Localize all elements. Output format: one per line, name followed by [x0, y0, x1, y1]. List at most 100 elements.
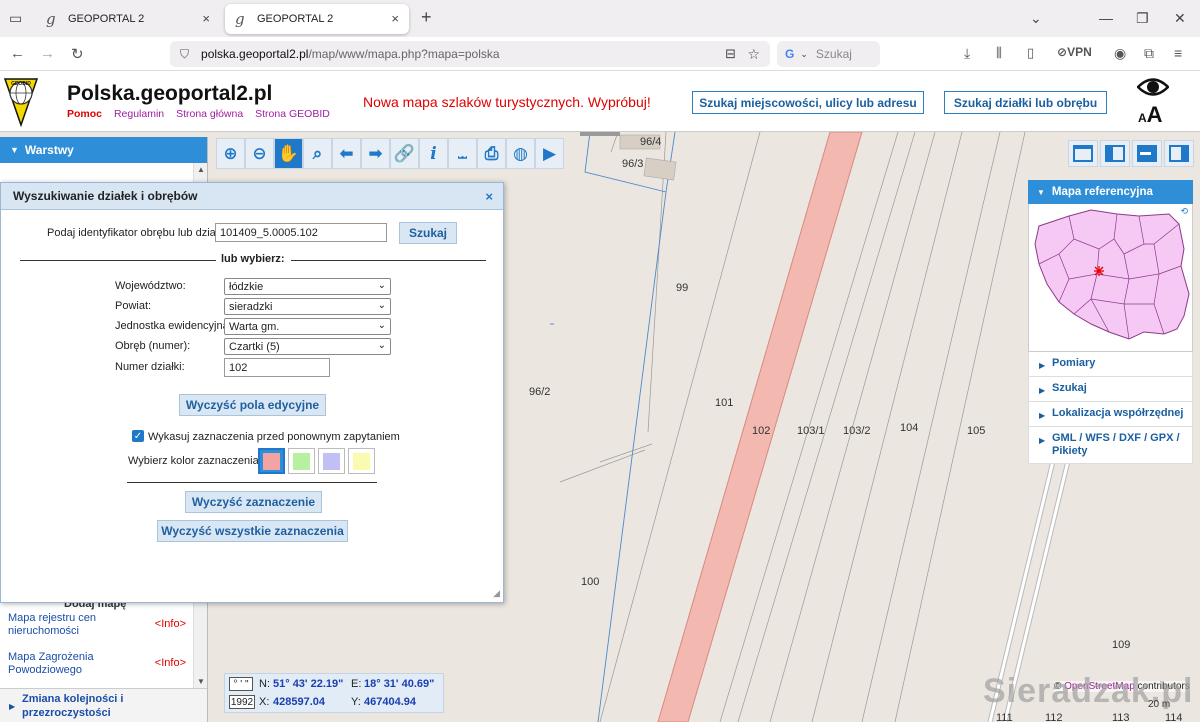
font-size-toggle[interactable]: AA: [1138, 102, 1163, 128]
accessibility-eye-icon[interactable]: [1137, 76, 1169, 98]
layers-header[interactable]: ▼ Warstwy: [0, 137, 207, 163]
color-swatch-red[interactable]: [258, 448, 285, 474]
layout-right-panel-icon[interactable]: [1164, 140, 1194, 167]
color-swatch-yellow[interactable]: [348, 448, 375, 474]
search-button[interactable]: Szukaj: [399, 222, 457, 244]
coordinate-location-item[interactable]: ▶ Lokalizacja współrzędnej: [1028, 402, 1193, 427]
clear-fields-button[interactable]: Wyczyść pola edycyjne: [179, 394, 326, 416]
account-icon[interactable]: ◉: [1114, 45, 1126, 62]
globe-icon[interactable]: ◍: [506, 138, 535, 169]
downloads-icon[interactable]: ⤓: [964, 45, 970, 62]
tab-overview-icon[interactable]: ▭: [9, 10, 22, 27]
county-select[interactable]: sieradzki ⌄: [224, 298, 391, 315]
coordinate-format-button[interactable]: ° ' ": [229, 677, 253, 691]
reference-map[interactable]: ⟲: [1028, 204, 1193, 352]
color-label: Wybierz kolor zaznaczenia:: [128, 455, 262, 467]
reference-map-header[interactable]: ▼ Mapa referencyjna: [1028, 180, 1193, 204]
unit-select[interactable]: Warta gm. ⌄: [224, 318, 391, 335]
close-icon[interactable]: ×: [485, 189, 493, 204]
search-engine-chevron-icon[interactable]: ⌄: [800, 49, 808, 60]
link-icon[interactable]: 🔗: [390, 138, 419, 169]
n-label: N:: [259, 678, 270, 690]
tab-title: GEOPORTAL 2: [257, 13, 334, 25]
search-parcel-button[interactable]: Szukaj działki lub obrębu: [944, 91, 1107, 114]
export-arrow-icon[interactable]: [1132, 140, 1162, 167]
gml-wfs-export-item[interactable]: ▶ GML / WFS / DXF / GPX / Pikiety: [1028, 427, 1193, 464]
voivodeship-select[interactable]: łódzkie ⌄: [224, 278, 391, 295]
zoom-out-icon[interactable]: ⊖: [245, 138, 274, 169]
layer-info-link[interactable]: <Info>: [155, 657, 186, 669]
clear-before-query-checkbox[interactable]: ✓: [132, 430, 144, 442]
map-view[interactable]: 96/4 96/3 99 96/2 101 102 103/1 103/2 10…: [0, 132, 1200, 722]
vpn-button[interactable]: ⊘VPN: [1057, 45, 1092, 59]
minimize-icon[interactable]: —: [1099, 10, 1113, 26]
print-icon[interactable]: ⎙: [477, 138, 506, 169]
color-swatch-blue[interactable]: [318, 448, 345, 474]
collapse-triangle-icon: ▼: [10, 145, 19, 155]
identifier-label: Podaj identyfikator obrębu lub działki:: [47, 227, 230, 239]
close-tab-icon[interactable]: ×: [202, 11, 210, 26]
precinct-select[interactable]: Czartki (5) ⌄: [224, 338, 391, 355]
rules-link[interactable]: Regulamin: [114, 108, 164, 120]
layer-item[interactable]: Mapa rejestru cen nieruchomości <Info>: [8, 612, 194, 638]
dialog-title[interactable]: Wyszukiwanie działek i obrębów: [1, 183, 503, 210]
video-camera-icon[interactable]: ▶: [535, 138, 564, 169]
reload-icon[interactable]: ↻: [71, 45, 84, 63]
swatch-fill: [353, 452, 370, 470]
extensions-icon[interactable]: ⧉: [1144, 45, 1154, 62]
scroll-down-icon[interactable]: ▼: [197, 677, 205, 686]
precinct-label: Obręb (numer):: [115, 340, 191, 352]
parcel-number-input[interactable]: 102: [224, 358, 330, 377]
address-bar[interactable]: ⛉ polska.geoportal2.pl/map/www/mapa.php?…: [170, 41, 770, 67]
identifier-input[interactable]: 101409_5.0005.102: [215, 223, 387, 242]
browser-tab-1[interactable]: g GEOPORTAL 2 ×: [36, 4, 220, 34]
refresh-icon[interactable]: ⟲: [1180, 206, 1188, 217]
poland-map-graphic: [1034, 209, 1190, 340]
browser-tab-2-active[interactable]: g GEOPORTAL 2 ×: [225, 4, 409, 34]
parcel-label: 105: [967, 425, 986, 437]
clear-all-selections-button[interactable]: Wyczyść wszystkie zaznaczenia: [157, 520, 348, 542]
info-icon[interactable]: i: [419, 138, 448, 169]
next-view-arrow-icon[interactable]: ➡: [361, 138, 390, 169]
zoom-window-icon[interactable]: ⌕: [303, 138, 332, 169]
help-link[interactable]: Pomoc: [67, 108, 102, 120]
pan-hand-icon[interactable]: ✋: [274, 138, 303, 169]
new-tab-button[interactable]: +: [421, 7, 432, 28]
maximize-icon[interactable]: ❐: [1136, 10, 1149, 27]
library-icon[interactable]: ⫼: [996, 45, 1002, 61]
layer-item[interactable]: Mapa Zagrożenia Powodziowego <Info>: [8, 651, 194, 677]
sidebar-toggle-icon[interactable]: ▯: [1027, 45, 1034, 61]
coordinate-system-button[interactable]: 1992: [229, 695, 255, 709]
layer-order-opacity[interactable]: ▶ Zmiana kolejności i przezroczystości: [0, 688, 207, 722]
home-link[interactable]: Strona główna: [176, 108, 243, 120]
tab-favicon-icon: g: [235, 10, 245, 28]
zoom-in-icon[interactable]: ⊕: [216, 138, 245, 169]
measure-ruler-icon[interactable]: ⎵⎵: [448, 138, 477, 169]
site-info-shield-icon[interactable]: ⛉: [180, 47, 189, 62]
layout-left-panel-icon[interactable]: [1100, 140, 1130, 167]
back-arrow-icon[interactable]: ←: [10, 45, 25, 62]
scroll-up-icon[interactable]: ▲: [197, 165, 205, 174]
search-item[interactable]: ▶ Szukaj: [1028, 377, 1193, 402]
site-title[interactable]: Polska.geoportal2.pl: [67, 82, 272, 106]
measurements-item[interactable]: ▶ Pomiary: [1028, 352, 1193, 377]
bookmark-star-icon[interactable]: ☆: [747, 46, 760, 63]
promo-link[interactable]: Nowa mapa szlaków turystycznych. Wypróbu…: [363, 94, 651, 110]
menu-icon[interactable]: ≡: [1174, 45, 1182, 61]
tab-list-chevron-icon[interactable]: ⌄: [1030, 10, 1042, 27]
geobid-link[interactable]: Strona GEOBID: [255, 108, 330, 120]
close-window-icon[interactable]: ✕: [1174, 10, 1186, 27]
layer-info-link[interactable]: <Info>: [155, 618, 186, 630]
clear-selection-button[interactable]: Wyczyść zaznaczenie: [185, 491, 322, 513]
reader-view-icon[interactable]: ⊟: [725, 46, 736, 62]
geobid-logo[interactable]: GEOBID: [3, 75, 39, 127]
previous-view-arrow-icon[interactable]: ⬅: [332, 138, 361, 169]
close-tab-icon[interactable]: ×: [391, 11, 399, 26]
forward-arrow-icon[interactable]: →: [40, 45, 55, 62]
web-search-box[interactable]: G ⌄ Szukaj: [777, 41, 880, 67]
layout-top-panel-icon[interactable]: [1068, 140, 1098, 167]
parcel-label: 99: [676, 282, 689, 294]
search-address-button[interactable]: Szukaj miejscowości, ulicy lub adresu: [692, 91, 924, 114]
resize-handle-icon[interactable]: ◢: [493, 588, 500, 599]
color-swatch-green[interactable]: [288, 448, 315, 474]
